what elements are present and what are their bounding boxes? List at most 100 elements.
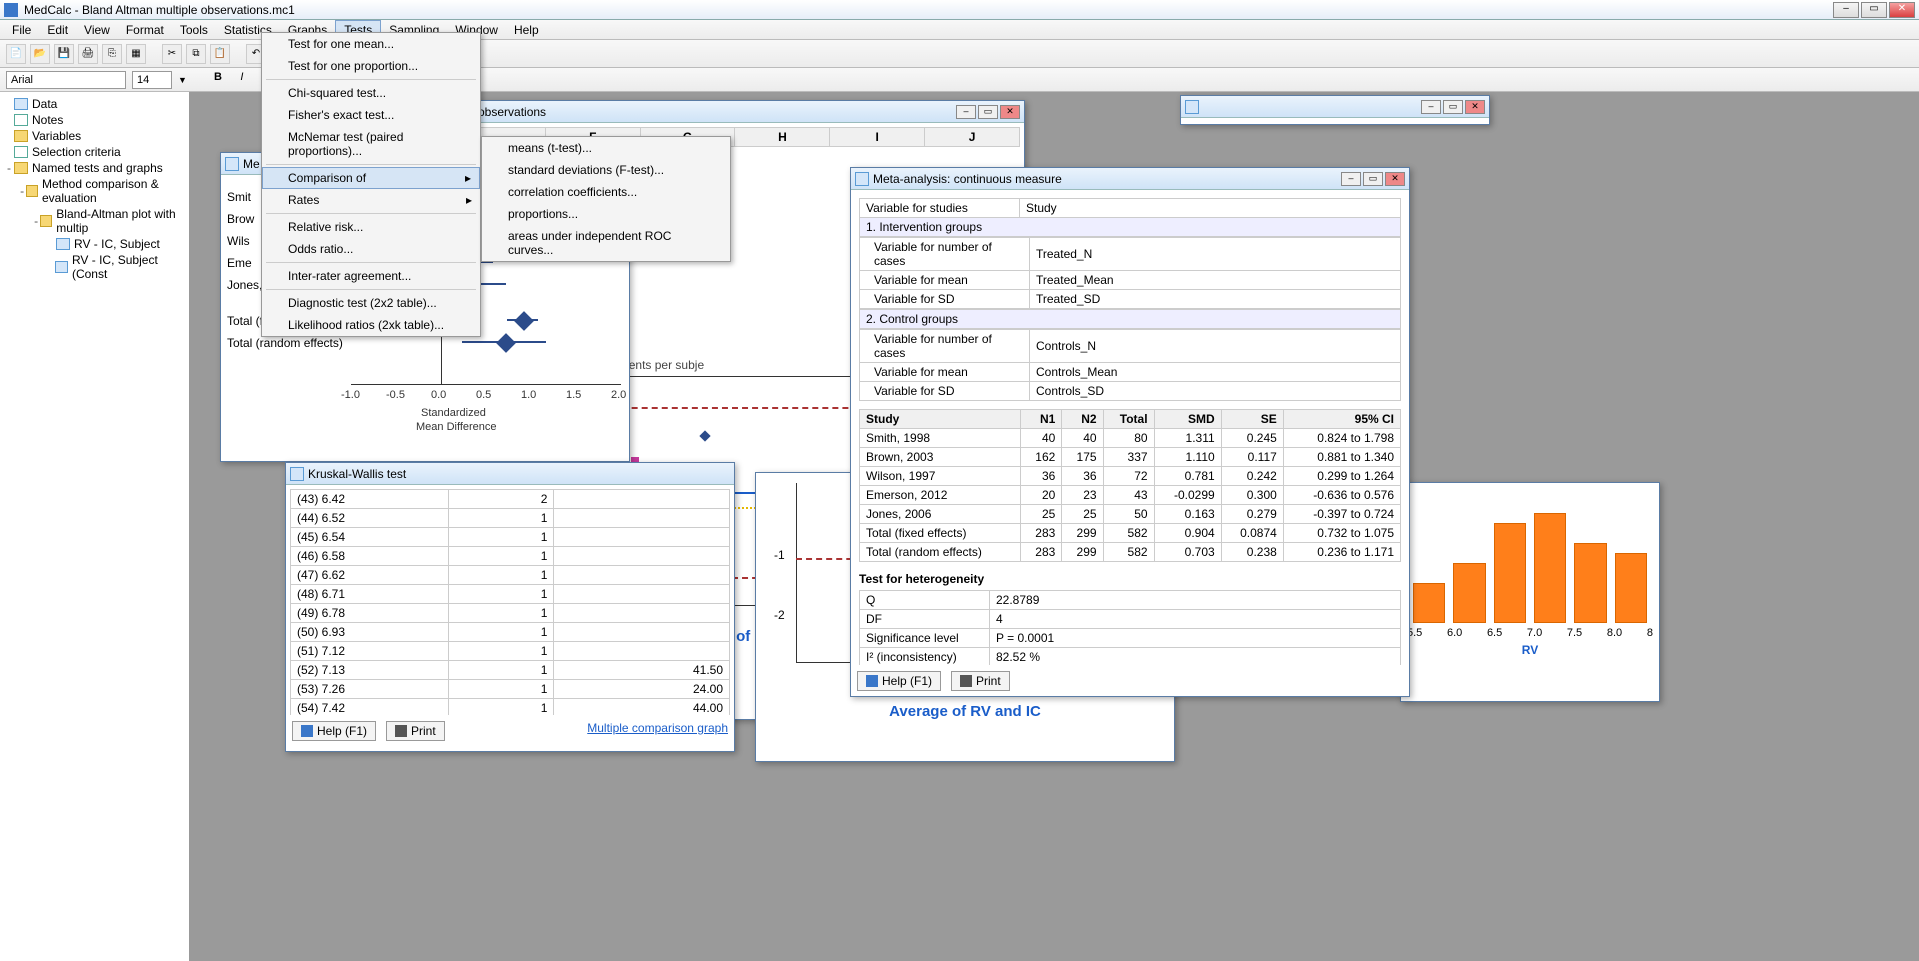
max-icon[interactable]: ▭ xyxy=(978,105,998,119)
meta-analysis-window: Meta-analysis: continuous measure –▭✕ Va… xyxy=(850,167,1410,697)
page-icon xyxy=(14,114,28,126)
print-icon xyxy=(960,675,972,687)
folder-icon xyxy=(14,130,28,142)
comparison-submenu: means (t-test)...standard deviations (F-… xyxy=(481,136,731,262)
menu-item[interactable]: Test for one mean... xyxy=(262,33,480,55)
help-icon xyxy=(866,675,878,687)
menu-item[interactable]: proportions... xyxy=(482,203,730,225)
menu-tools[interactable]: Tools xyxy=(172,21,216,39)
menu-file[interactable]: File xyxy=(4,21,39,39)
menu-item[interactable]: Relative risk... xyxy=(262,216,480,238)
tree-node[interactable]: -Method comparison & evaluation xyxy=(4,176,185,206)
menu-edit[interactable]: Edit xyxy=(39,21,76,39)
window-title: Kruskal-Wallis test xyxy=(308,467,730,481)
menu-item[interactable]: areas under independent ROC curves... xyxy=(482,225,730,261)
print-icon[interactable]: 🖨 xyxy=(78,44,98,64)
copy-icon[interactable]: ⎘ xyxy=(102,44,122,64)
doc-icon xyxy=(855,172,869,186)
doc-icon xyxy=(225,157,239,171)
app-icon xyxy=(4,3,18,17)
data-point xyxy=(699,430,710,441)
doc-icon xyxy=(14,98,28,110)
tree-node[interactable]: RV - IC, Subject xyxy=(4,236,185,252)
doc-icon xyxy=(55,261,68,273)
doc-icon xyxy=(290,467,304,481)
x-axis-label: RV xyxy=(1407,643,1653,657)
paste-icon[interactable]: 📋 xyxy=(210,44,230,64)
close-icon[interactable]: ✕ xyxy=(1000,105,1020,119)
menu-help[interactable]: Help xyxy=(506,21,547,39)
menu-item[interactable]: Diagnostic test (2x2 table)... xyxy=(262,292,480,314)
print-button[interactable]: Print xyxy=(386,721,445,741)
close-button[interactable]: ✕ xyxy=(1889,2,1915,18)
app-title: MedCalc - Bland Altman multiple observat… xyxy=(24,3,1833,17)
menu-item[interactable]: Odds ratio... xyxy=(262,238,480,260)
doc-icon xyxy=(56,238,70,250)
menu-item[interactable]: Inter-rater agreement... xyxy=(262,265,480,287)
print-button[interactable]: Print xyxy=(951,671,1010,691)
help-button[interactable]: Help (F1) xyxy=(857,671,941,691)
x-axis-label: Average of RV and IC xyxy=(756,703,1174,720)
cut-icon[interactable]: ✂ xyxy=(162,44,182,64)
menu-view[interactable]: View xyxy=(76,21,118,39)
menu-item[interactable]: Chi-squared test... xyxy=(262,82,480,104)
help-button[interactable]: Help (F1) xyxy=(292,721,376,741)
project-tree: DataNotesVariablesSelection criteria-Nam… xyxy=(0,92,190,961)
bar xyxy=(1453,563,1485,623)
bar xyxy=(1615,553,1647,623)
close-icon[interactable]: ✕ xyxy=(1385,172,1405,186)
folder-icon xyxy=(40,215,52,227)
help-icon xyxy=(301,725,313,737)
min-icon[interactable]: – xyxy=(1421,100,1441,114)
open-icon[interactable]: 📂 xyxy=(30,44,50,64)
menu-item[interactable]: Comparison of xyxy=(262,167,480,189)
window-title: Meta-analysis: continuous measure xyxy=(873,172,1341,186)
app-titlebar: MedCalc - Bland Altman multiple observat… xyxy=(0,0,1919,20)
tree-node[interactable]: Variables xyxy=(4,128,185,144)
min-icon[interactable]: – xyxy=(956,105,976,119)
menu-item[interactable]: Rates xyxy=(262,189,480,211)
bar xyxy=(1574,543,1606,623)
italic-button[interactable]: I xyxy=(233,71,251,89)
print-icon xyxy=(395,725,407,737)
bg-window-1: –▭✕ xyxy=(1180,95,1490,125)
tree-node[interactable]: -Bland-Altman plot with multip xyxy=(4,206,185,236)
close-icon[interactable]: ✕ xyxy=(1465,100,1485,114)
folder-icon xyxy=(14,162,28,174)
tests-menu: Test for one mean...Test for one proport… xyxy=(261,32,481,337)
max-icon[interactable]: ▭ xyxy=(1363,172,1383,186)
size-select[interactable] xyxy=(132,71,172,89)
copy2-icon[interactable]: ⧉ xyxy=(186,44,206,64)
menu-format[interactable]: Format xyxy=(118,21,172,39)
max-icon[interactable]: ▭ xyxy=(1443,100,1463,114)
menu-item[interactable]: McNemar test (paired proportions)... xyxy=(262,126,480,162)
menu-item[interactable]: Likelihood ratios (2xk table)... xyxy=(262,314,480,336)
menu-item[interactable]: means (t-test)... xyxy=(482,137,730,159)
tree-node[interactable]: Data xyxy=(4,96,185,112)
menu-item[interactable]: correlation coefficients... xyxy=(482,181,730,203)
tree-node[interactable]: Selection criteria xyxy=(4,144,185,160)
menu-item[interactable]: Fisher's exact test... xyxy=(262,104,480,126)
x-axis xyxy=(351,384,621,385)
minimize-button[interactable]: – xyxy=(1833,2,1859,18)
font-select[interactable] xyxy=(6,71,126,89)
bar xyxy=(1494,523,1526,623)
tree-node[interactable]: -Named tests and graphs xyxy=(4,160,185,176)
bar xyxy=(1534,513,1566,623)
menu-item[interactable]: Test for one proportion... xyxy=(262,55,480,77)
doc-icon xyxy=(1185,100,1199,114)
min-icon[interactable]: – xyxy=(1341,172,1361,186)
heterogeneity-header: Test for heterogeneity xyxy=(859,572,1401,586)
new-icon[interactable]: 📄 xyxy=(6,44,26,64)
folder-icon xyxy=(26,185,38,197)
bold-button[interactable]: B xyxy=(209,71,227,89)
multiple-comparison-link[interactable]: Multiple comparison graph xyxy=(587,721,728,741)
page-icon xyxy=(14,146,28,158)
restore-button[interactable]: ▭ xyxy=(1861,2,1887,18)
tree-node[interactable]: Notes xyxy=(4,112,185,128)
save-icon[interactable]: 💾 xyxy=(54,44,74,64)
y-axis-line xyxy=(796,483,797,663)
tree-node[interactable]: RV - IC, Subject (Const xyxy=(4,252,185,282)
menu-item[interactable]: standard deviations (F-test)... xyxy=(482,159,730,181)
grid-icon[interactable]: ▦ xyxy=(126,44,146,64)
